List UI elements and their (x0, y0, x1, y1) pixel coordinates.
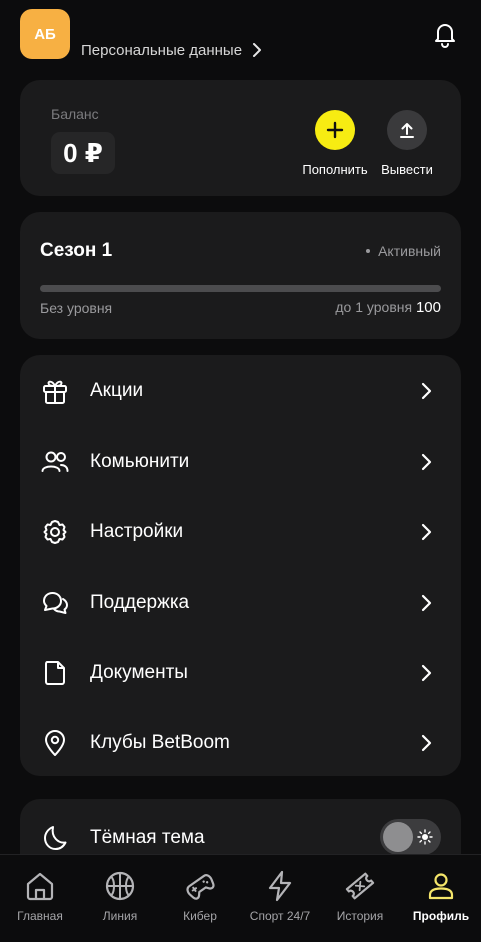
menu-item-settings[interactable]: Настройки (20, 497, 461, 567)
basketball-icon (105, 871, 135, 901)
toggle-knob (383, 822, 413, 852)
menu-item-label: Комьюнити (90, 451, 190, 472)
chevron-right-icon (421, 664, 432, 682)
current-level-label: Без уровня (40, 300, 113, 316)
chat-bubbles-icon (43, 592, 68, 614)
withdraw-button[interactable]: Вывести (370, 110, 444, 180)
balance-card: Баланс 0 ₽ Пополнить Вывести (20, 80, 461, 196)
chevron-right-icon (421, 382, 432, 400)
plus-icon (326, 121, 344, 139)
nav-label: Кибер (183, 909, 217, 923)
bottom-navigation: Главная Линия Кибер Спорт 24/7 История П… (0, 854, 481, 942)
personal-data-link[interactable]: Персональные данные (81, 38, 262, 62)
location-pin-icon (45, 730, 65, 756)
personal-data-label: Персональные данные (81, 41, 243, 59)
status-dot (366, 249, 371, 253)
gear-icon (43, 520, 67, 544)
menu-item-promotions[interactable]: Акции (20, 356, 461, 426)
menu-item-label: Акции (90, 380, 144, 401)
menu-item-label: Клубы BetBoom (90, 732, 230, 753)
chevron-right-icon (421, 453, 432, 471)
season-progress-bar (40, 285, 441, 292)
nav-item-history[interactable]: История (320, 869, 400, 931)
nav-item-home[interactable]: Главная (0, 869, 80, 931)
gift-icon (43, 380, 67, 404)
menu-card: Акции Комьюнити Настройки Поддержка Доку… (20, 355, 461, 776)
nav-item-profile[interactable]: Профиль (401, 869, 481, 931)
nav-label: Спорт 24/7 (249, 909, 311, 923)
chevron-right-icon (421, 594, 432, 612)
season-card[interactable]: Сезон 1 Активный Без уровня до 1 уровня … (20, 212, 461, 339)
deposit-label: Пополнить (302, 162, 368, 177)
nav-item-sport-24-7[interactable]: Спорт 24/7 (240, 869, 320, 931)
document-icon (45, 661, 65, 685)
lightning-icon (268, 870, 292, 902)
home-icon (26, 872, 54, 901)
season-status-label: Активный (378, 243, 441, 259)
sun-icon (417, 829, 433, 845)
avatar[interactable]: АБ (20, 9, 70, 59)
gamepad-icon (186, 874, 215, 900)
next-level-prefix: до 1 уровня (335, 299, 413, 315)
nav-item-line[interactable]: Линия (80, 869, 160, 931)
nav-label: Линия (102, 909, 138, 923)
withdraw-label: Вывести (381, 162, 433, 177)
menu-item-documents[interactable]: Документы (20, 638, 461, 708)
deposit-circle (315, 110, 355, 150)
nav-label: История (336, 909, 384, 923)
nav-item-cyber[interactable]: Кибер (160, 869, 240, 931)
nav-label: Профиль (412, 909, 470, 923)
deposit-button[interactable]: Пополнить (298, 110, 372, 180)
menu-item-clubs[interactable]: Клубы BetBoom (20, 708, 461, 778)
menu-item-label: Поддержка (90, 592, 190, 613)
menu-item-support[interactable]: Поддержка (20, 568, 461, 638)
chevron-right-icon (253, 43, 262, 57)
balance-value: 0 ₽ (51, 132, 115, 174)
bell-icon[interactable] (431, 20, 459, 48)
next-level-value: 100 (415, 299, 441, 316)
users-icon (41, 451, 69, 472)
theme-label: Тёмная тема (90, 827, 205, 848)
menu-item-label: Документы (90, 662, 188, 683)
menu-item-community[interactable]: Комьюнити (20, 427, 461, 497)
balance-label: Баланс (51, 106, 99, 122)
upload-icon (400, 123, 414, 138)
ticket-icon (345, 872, 375, 900)
next-level-label: до 1 уровня 100 (335, 299, 441, 316)
header: АБ Персональные данные (0, 0, 481, 70)
profile-icon (428, 873, 454, 900)
season-title: Сезон 1 (40, 240, 113, 261)
menu-item-label: Настройки (90, 521, 184, 542)
chevron-right-icon (421, 734, 432, 752)
dark-theme-toggle[interactable] (380, 819, 441, 855)
nav-label: Главная (17, 909, 63, 923)
profile-screen: АБ Персональные данные Баланс 0 ₽ Пополн… (0, 0, 481, 942)
withdraw-circle (387, 110, 427, 150)
season-status: Активный (366, 243, 441, 259)
chevron-right-icon (421, 523, 432, 541)
moon-icon (44, 826, 67, 850)
